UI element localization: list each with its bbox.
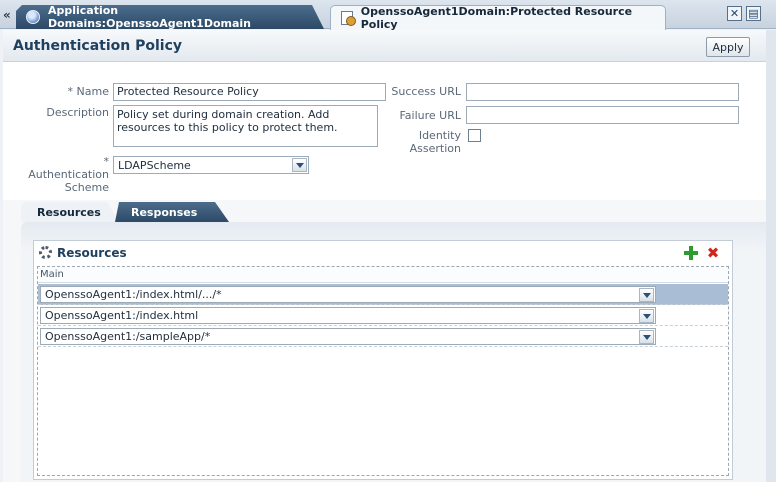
policy-tabs-area: Resources Responses Resources ✖ Main Ope… xyxy=(3,200,773,482)
close-icon: ✕ xyxy=(729,7,740,20)
table-row[interactable]: OpenssoAgent1:/index.html xyxy=(38,305,728,326)
chevron-down-icon xyxy=(639,309,654,323)
panel-right-edge xyxy=(766,30,776,482)
resource-select[interactable]: OpenssoAgent1:/index.html xyxy=(40,307,656,324)
policy-document-icon xyxy=(341,11,356,26)
chevron-down-icon xyxy=(639,330,654,344)
name-field[interactable]: Protected Resource Policy xyxy=(113,83,386,101)
resources-section-title: Resources xyxy=(57,246,127,260)
panel-header: Authentication Policy Apply xyxy=(3,30,769,62)
tab-resources[interactable]: Resources xyxy=(21,202,119,222)
tab-scroll-back-button[interactable]: « xyxy=(3,8,11,22)
failure-url-label: Failure URL xyxy=(399,109,461,122)
column-header-main: Main xyxy=(38,267,728,283)
tab-list-button[interactable]: ▤ xyxy=(746,6,761,21)
failure-url-field[interactable] xyxy=(466,106,739,124)
resource-select[interactable]: OpenssoAgent1:/sampleApp/* xyxy=(40,328,656,345)
policy-form: * Name Protected Resource Policy Descrip… xyxy=(3,63,769,223)
resources-table: Main OpenssoAgent1:/index.html/.../* Ope… xyxy=(37,266,729,476)
authentication-scheme-select[interactable]: LDAPScheme xyxy=(113,156,309,174)
identity-assertion-label: Identity Assertion xyxy=(409,129,461,155)
success-url-label: Success URL xyxy=(391,85,461,98)
apply-button[interactable]: Apply xyxy=(706,37,750,57)
globe-icon xyxy=(26,10,40,24)
document-list-icon: ▤ xyxy=(748,7,759,20)
add-icon[interactable] xyxy=(683,245,699,261)
authentication-policy-panel: Authentication Policy Apply * Name Prote… xyxy=(3,30,776,482)
page-title: Authentication Policy xyxy=(13,38,183,54)
document-tab-bar: « Application Domains:OpenssoAgent1Domai… xyxy=(0,0,776,31)
resources-tab-body: Resources ✖ Main OpenssoAgent1:/index.ht… xyxy=(21,222,773,482)
tab-responses[interactable]: Responses xyxy=(115,202,229,222)
tab-application-domains[interactable]: Application Domains:OpenssoAgent1Domain xyxy=(16,5,324,29)
authentication-scheme-label: * Authentication Scheme xyxy=(28,155,109,194)
chevron-down-icon xyxy=(639,288,654,302)
table-row[interactable]: OpenssoAgent1:/index.html/.../* xyxy=(38,284,728,305)
delete-icon[interactable]: ✖ xyxy=(706,246,720,261)
tab-label: Application Domains:OpenssoAgent1Domain xyxy=(47,4,252,30)
success-url-field[interactable] xyxy=(466,83,739,101)
tab-label: OpenssoAgent1Domain:Protected Resource P… xyxy=(360,5,633,31)
description-label: Description xyxy=(46,106,109,119)
tab-protected-resource-policy[interactable]: OpenssoAgent1Domain:Protected Resource P… xyxy=(330,5,666,31)
table-row[interactable]: OpenssoAgent1:/sampleApp/* xyxy=(38,326,728,347)
gear-icon xyxy=(39,246,52,259)
chevron-down-icon xyxy=(292,158,307,172)
description-field[interactable]: Policy set during domain creation. Add r… xyxy=(113,105,378,147)
name-label: * Name xyxy=(67,85,109,98)
identity-assertion-checkbox[interactable] xyxy=(468,129,481,142)
resources-section: Resources ✖ Main OpenssoAgent1:/index.ht… xyxy=(33,240,733,480)
resource-select[interactable]: OpenssoAgent1:/index.html/.../* xyxy=(40,286,656,303)
resources-section-header: Resources ✖ xyxy=(34,241,732,265)
close-tab-button[interactable]: ✕ xyxy=(727,6,742,21)
